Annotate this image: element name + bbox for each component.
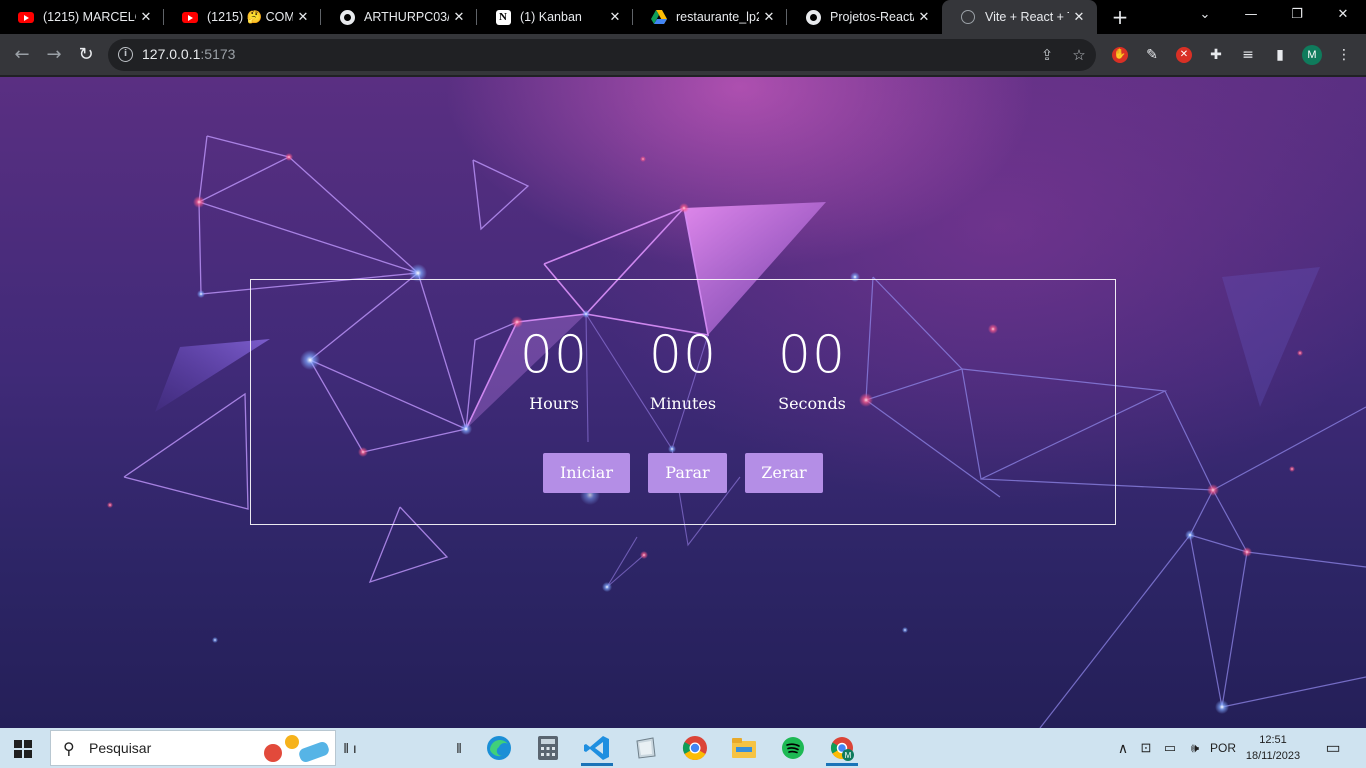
tab-4[interactable]: N (1) Kanban ✕ xyxy=(477,0,633,34)
tab-title: (1) Kanban xyxy=(520,10,582,24)
edge-app-icon[interactable] xyxy=(479,730,519,766)
meet-now-icon[interactable]: ⊡ xyxy=(1136,728,1156,768)
reload-button[interactable]: ↻ xyxy=(72,41,100,69)
maximize-button[interactable]: ❐ xyxy=(1274,0,1320,34)
forward-button[interactable]: → xyxy=(40,41,68,69)
github-icon xyxy=(339,9,355,25)
youtube-icon xyxy=(18,9,34,25)
volume-icon[interactable]: 🕪 xyxy=(1184,728,1206,768)
tab-title: ARTHURPC03/Ge xyxy=(364,10,449,24)
chrome-app-icon[interactable] xyxy=(675,730,715,766)
globe-icon xyxy=(960,9,976,25)
tab-title: restaurante_lp2.a xyxy=(676,10,759,24)
close-tab-icon[interactable]: ✕ xyxy=(136,10,156,25)
show-hidden-icons-chevron[interactable]: ∧ xyxy=(1114,728,1132,768)
tab-3[interactable]: ARTHURPC03/Ge ✕ xyxy=(321,0,477,34)
address-bar[interactable]: i 127.0.0.1:5173 ⇪ ☆ xyxy=(108,39,1096,71)
pen-extension-icon[interactable]: ✎ xyxy=(1141,44,1163,66)
url-text[interactable]: 127.0.0.1:5173 xyxy=(142,46,235,62)
blocked-extension-icon[interactable]: ✕ xyxy=(1173,44,1195,66)
close-tab-icon[interactable]: ✕ xyxy=(605,10,625,25)
tab-title: (1215) MARCELO xyxy=(43,10,136,24)
notifications-icon[interactable]: ▭ xyxy=(1318,728,1348,768)
tab-2[interactable]: (1215) 🤔 COMO ✕ xyxy=(164,0,321,34)
github-icon xyxy=(805,9,821,25)
hours-unit: 00 Hours xyxy=(499,320,609,415)
tab-title: Vite + React + T xyxy=(985,10,1069,24)
minutes-unit: 00 Minutes xyxy=(628,320,738,415)
tab-title: Projetos-React/t xyxy=(830,10,914,24)
hours-value: 00 xyxy=(519,325,589,385)
timer-container: 00 Hours 00 Minutes 00 Seconds Iniciar P… xyxy=(250,279,1116,525)
tab-search-chevron-icon[interactable]: ⌄ xyxy=(1182,0,1228,34)
taskbar-divider-icon: ‖ xyxy=(456,740,462,756)
close-tab-icon[interactable]: ✕ xyxy=(759,10,779,25)
side-panel-icon[interactable]: ▮ xyxy=(1269,44,1291,66)
browser-menu-icon[interactable]: ⋮ xyxy=(1333,44,1355,66)
vscode-app-icon[interactable] xyxy=(577,730,617,766)
taskbar-search-box[interactable]: ⚲ Pesquisar xyxy=(50,730,336,766)
seconds-label: Seconds xyxy=(778,394,846,413)
search-highlight-illustration xyxy=(264,735,329,763)
close-tab-icon[interactable]: ✕ xyxy=(449,10,469,25)
windows-taskbar: ⚲ Pesquisar ‖ ı ‖ M ∧ ⊡ ▭ 🕪 POR 12:51 18… xyxy=(0,728,1366,768)
search-placeholder: Pesquisar xyxy=(89,740,152,756)
profile-avatar[interactable]: M xyxy=(1301,44,1323,66)
search-icon: ⚲ xyxy=(63,739,75,758)
taskbar-clock[interactable]: 12:51 18/11/2023 xyxy=(1240,732,1306,764)
youtube-icon xyxy=(182,9,198,25)
media-queue-icon[interactable]: ≡ xyxy=(1237,44,1259,66)
notes-app-icon[interactable] xyxy=(626,730,666,766)
svg-text:M: M xyxy=(845,751,852,760)
tab-1[interactable]: (1215) MARCELO ✕ xyxy=(0,0,164,34)
google-drive-icon xyxy=(651,9,667,25)
seconds-value: 00 xyxy=(777,325,847,385)
clock-time: 12:51 xyxy=(1259,734,1287,746)
spotify-app-icon[interactable] xyxy=(773,730,813,766)
tab-title: (1215) 🤔 COMO xyxy=(207,9,293,24)
new-tab-button[interactable]: + xyxy=(1108,5,1132,29)
adblock-extension-icon[interactable]: ✋ xyxy=(1109,44,1131,66)
minutes-value: 00 xyxy=(648,325,718,385)
extensions-puzzle-icon[interactable]: ✚ xyxy=(1205,44,1227,66)
close-tab-icon[interactable]: ✕ xyxy=(1069,10,1089,25)
clock-date: 18/11/2023 xyxy=(1245,750,1301,762)
tab-5[interactable]: restaurante_lp2.a ✕ xyxy=(633,0,787,34)
calculator-app-icon[interactable] xyxy=(528,730,568,766)
browser-toolbar: ← → ↻ i 127.0.0.1:5173 ⇪ ☆ ✋ ✎ ✕ ✚ ≡ ▮ M… xyxy=(0,34,1366,76)
browser-tab-strip: (1215) MARCELO ✕ (1215) 🤔 COMO ✕ ARTHURP… xyxy=(0,0,1366,34)
site-info-icon[interactable]: i xyxy=(118,47,133,62)
seconds-unit: 00 Seconds xyxy=(757,320,867,415)
windows-start-icon[interactable] xyxy=(14,740,32,758)
reset-button[interactable]: Zerar xyxy=(745,453,823,493)
page-viewport: 00 Hours 00 Minutes 00 Seconds Iniciar P… xyxy=(0,77,1366,728)
chrome-profile-app-icon[interactable]: M xyxy=(822,730,862,766)
language-indicator[interactable]: POR xyxy=(1208,728,1238,768)
share-icon[interactable]: ⇪ xyxy=(1037,45,1057,65)
back-button[interactable]: ← xyxy=(8,41,36,69)
minutes-label: Minutes xyxy=(649,394,717,413)
minimize-button[interactable]: — xyxy=(1228,0,1274,34)
hours-label: Hours xyxy=(529,394,579,413)
task-view-icon[interactable]: ‖ ı xyxy=(338,728,362,768)
notion-icon: N xyxy=(495,9,511,25)
close-tab-icon[interactable]: ✕ xyxy=(293,10,313,25)
bookmark-star-icon[interactable]: ☆ xyxy=(1069,45,1089,65)
start-button[interactable]: Iniciar xyxy=(543,453,630,493)
tab-7-active[interactable]: Vite + React + T ✕ xyxy=(942,0,1097,34)
tab-6[interactable]: Projetos-React/t ✕ xyxy=(787,0,942,34)
stop-button[interactable]: Parar xyxy=(648,453,727,493)
network-icon[interactable]: ▭ xyxy=(1160,728,1180,768)
file-explorer-app-icon[interactable] xyxy=(724,730,764,766)
close-window-button[interactable]: ✕ xyxy=(1320,0,1366,34)
close-tab-icon[interactable]: ✕ xyxy=(914,10,934,25)
